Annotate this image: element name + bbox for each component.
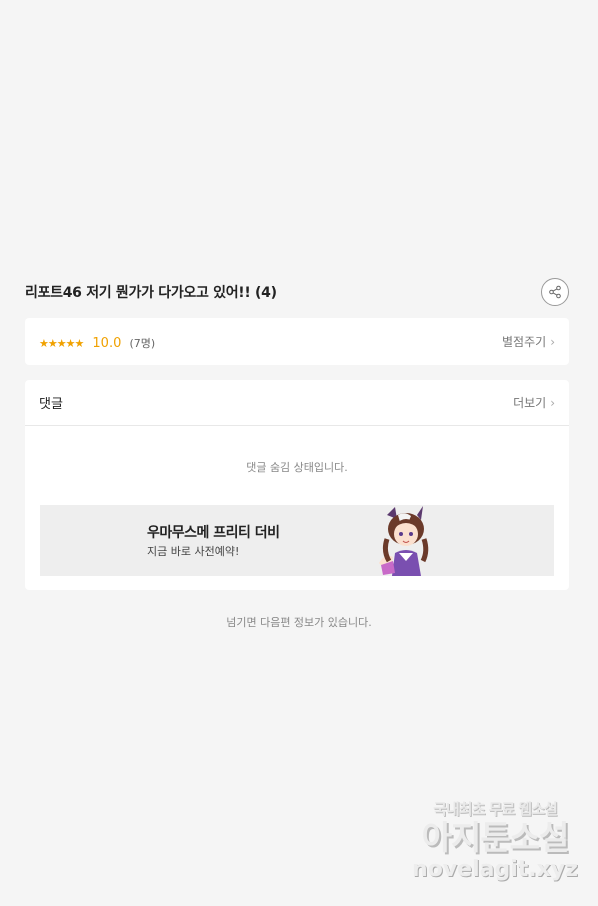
watermark-tagline: 국내최초 무료 웹소설 — [433, 800, 558, 818]
comments-more-button[interactable]: 더보기 › — [513, 394, 555, 411]
rating-stars: ★★★★★ — [39, 337, 84, 350]
chevron-right-icon: › — [550, 395, 555, 410]
ad-banner[interactable]: 우마무스메 프리티 더비 지금 바로 사전예약! — [40, 505, 554, 576]
watermark-logo: 아지툰소설 — [421, 818, 570, 857]
comments-hidden-message: 댓글 숨김 상태입니다. — [246, 461, 348, 474]
comments-card: 댓글 더보기 › 댓글 숨김 상태입니다. 우마무스메 프리티 더비 지금 바로… — [25, 380, 569, 590]
watermark-url: novelagit.xyz — [412, 857, 578, 882]
chevron-right-icon: › — [550, 334, 555, 349]
share-icon — [549, 285, 561, 299]
rating-value: 10.0 — [92, 336, 122, 351]
next-episode-info: 넘기면 다음편 정보가 있습니다. — [226, 616, 372, 629]
episode-title-row: 리포트46 저기 뭔가가 다가오고 있어!! (4) — [25, 276, 569, 308]
comments-more-label: 더보기 — [513, 396, 547, 410]
share-button[interactable] — [541, 278, 569, 306]
rate-button-label: 별점주기 — [502, 335, 547, 349]
ad-title: 우마무스메 프리티 더비 — [147, 525, 280, 541]
episode-title: 리포트46 저기 뭔가가 다가오고 있어!! (4) — [25, 285, 277, 301]
rating-summary: ★★★★★ 10.0 (7명) — [39, 332, 155, 351]
ad-subtitle: 지금 바로 사전예약! — [147, 545, 240, 558]
comments-title: 댓글 — [39, 397, 63, 412]
rating-count: (7명) — [129, 337, 156, 350]
rate-button[interactable]: 별점주기 › — [502, 333, 555, 350]
ad-character-image — [379, 506, 429, 576]
rating-card: ★★★★★ 10.0 (7명) 별점주기 › — [25, 318, 569, 365]
site-watermark: 국내최초 무료 웹소설 아지툰소설 novelagit.xyz — [410, 798, 580, 882]
comments-header: 댓글 더보기 › — [25, 380, 569, 426]
